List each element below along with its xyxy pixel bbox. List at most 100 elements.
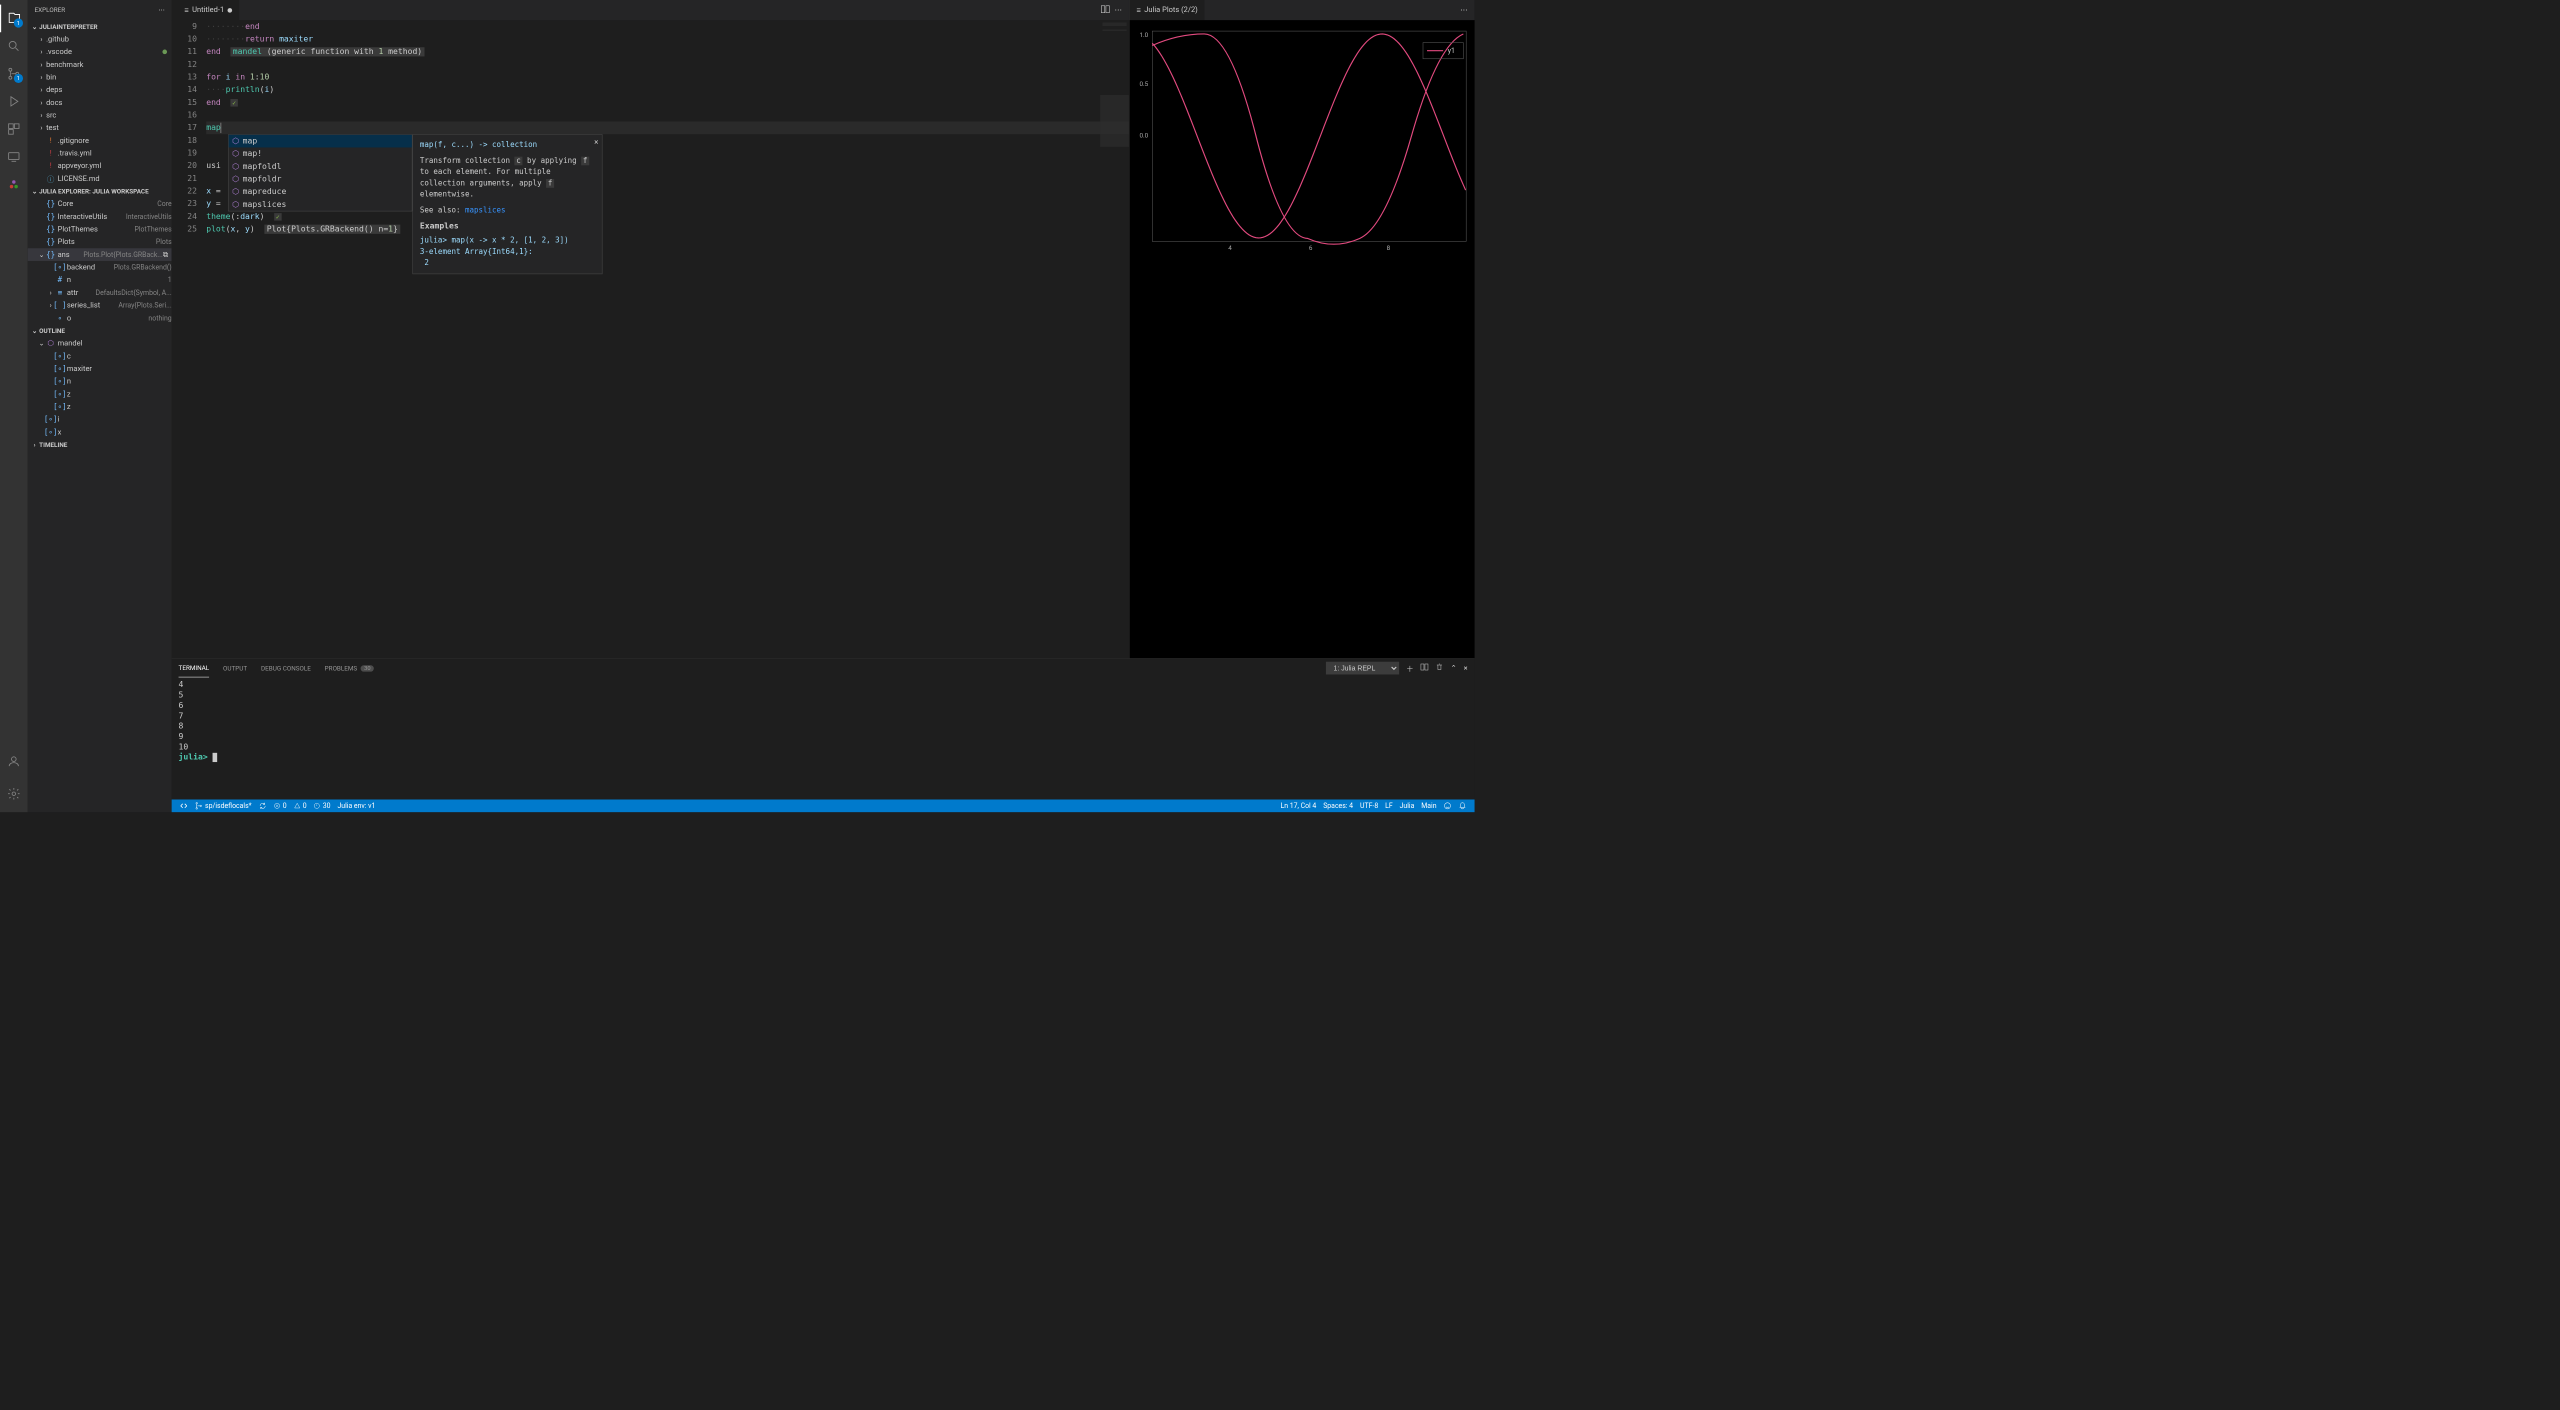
- ws-item-Plots[interactable]: {}PlotsPlots: [28, 236, 172, 249]
- sb-mode[interactable]: Main: [1418, 802, 1440, 810]
- explorer-icon[interactable]: 1: [0, 5, 28, 33]
- outline-item-maxiter[interactable]: [∘]maxiter: [28, 362, 172, 375]
- tree-item-src[interactable]: ›src: [28, 109, 172, 122]
- terminal-select[interactable]: 1: Julia REPL: [1326, 662, 1399, 675]
- dirty-indicator: [228, 8, 233, 13]
- trash-icon[interactable]: [1435, 663, 1443, 673]
- outline-item-mandel[interactable]: ⌄⬡mandel: [28, 337, 172, 350]
- more-icon[interactable]: ⋯: [1460, 6, 1467, 15]
- close-icon[interactable]: ×: [594, 137, 599, 148]
- sb-sync[interactable]: [255, 799, 270, 812]
- sb-feedback-icon[interactable]: [1440, 802, 1455, 810]
- sb-errors[interactable]: 0: [270, 799, 290, 812]
- tree-item-LICENSEmd[interactable]: ⓘLICENSE.md: [28, 172, 172, 185]
- tree-item-test[interactable]: ›test: [28, 122, 172, 135]
- ws-item-attr[interactable]: ›≡attrDefaultsDict{Symbol, A...: [28, 286, 172, 299]
- sidebar-header: EXPLORER ⋯: [28, 0, 172, 20]
- ac-item-map![interactable]: ⬡map!: [229, 147, 412, 160]
- svg-text:0.5: 0.5: [1139, 80, 1148, 88]
- open-icon[interactable]: ⧉: [163, 250, 168, 259]
- more-icon[interactable]: ⋯: [1115, 6, 1122, 15]
- search-icon[interactable]: [0, 32, 28, 60]
- tree-item-gitignore[interactable]: !.gitignore: [28, 134, 172, 147]
- explorer-title: EXPLORER: [35, 6, 66, 13]
- tab-output[interactable]: OUTPUT: [223, 659, 247, 677]
- outline-item-c[interactable]: [∘]c: [28, 350, 172, 363]
- ws-item-ans[interactable]: ⌄{}ansPlots.Plot{Plots.GRBack...⧉: [28, 248, 172, 261]
- split-icon[interactable]: [1101, 4, 1110, 16]
- svg-text:6: 6: [1309, 244, 1313, 252]
- sb-spaces[interactable]: Spaces: 4: [1320, 802, 1357, 810]
- tab-debug-console[interactable]: DEBUG CONSOLE: [261, 659, 311, 677]
- ws-item-backend[interactable]: [∘]backendPlots.GRBackend(): [28, 261, 172, 274]
- plot-tabs: ≡ Julia Plots (2/2) ⋯: [1130, 0, 1475, 20]
- tab-terminal[interactable]: TERMINAL: [179, 659, 210, 677]
- tree-item-appveyoryml[interactable]: !appveyor.yml: [28, 160, 172, 173]
- remote-indicator[interactable]: [176, 799, 191, 812]
- ws-item-n[interactable]: #n1: [28, 274, 172, 287]
- minimap[interactable]: [1100, 20, 1129, 658]
- julia-icon[interactable]: [0, 170, 28, 198]
- preview-icon: ≡: [1136, 5, 1140, 14]
- ws-item-o[interactable]: ∘onothing: [28, 312, 172, 325]
- autocomplete-popup: ⬡map⬡map!⬡mapfoldl⬡mapfoldr⬡mapreduce⬡ma…: [228, 134, 412, 211]
- ac-item-mapfoldl[interactable]: ⬡mapfoldl: [229, 160, 412, 173]
- outline-item-i[interactable]: [∘]i: [28, 413, 172, 426]
- tree-item-bin[interactable]: ›bin: [28, 71, 172, 84]
- ws-item-PlotThemes[interactable]: {}PlotThemesPlotThemes: [28, 223, 172, 236]
- split-terminal-icon[interactable]: [1420, 663, 1428, 673]
- sb-eol[interactable]: LF: [1382, 802, 1396, 810]
- outline-item-z[interactable]: [∘]z: [28, 400, 172, 413]
- close-panel-icon[interactable]: ×: [1464, 664, 1468, 673]
- ws-item-Core[interactable]: {}CoreCore: [28, 198, 172, 211]
- tab-problems[interactable]: PROBLEMS 30: [325, 659, 374, 677]
- ac-item-mapslices[interactable]: ⬡mapslices: [229, 198, 412, 211]
- sb-bell-icon[interactable]: [1455, 802, 1470, 810]
- remote-icon[interactable]: [0, 143, 28, 171]
- ws-item-InteractiveUtils[interactable]: {}InteractiveUtilsInteractiveUtils: [28, 210, 172, 223]
- tab-untitled[interactable]: ≡ Untitled-1: [177, 0, 239, 20]
- new-terminal-icon[interactable]: ＋: [1406, 663, 1413, 674]
- sb-encoding[interactable]: UTF-8: [1357, 802, 1382, 810]
- ac-item-mapfoldr[interactable]: ⬡mapfoldr: [229, 173, 412, 186]
- doc-link[interactable]: mapslices: [465, 206, 506, 215]
- doc-popup: × map(f, c...) -> collection Transform c…: [412, 134, 602, 274]
- section-outline[interactable]: ⌄OUTLINE: [28, 324, 172, 337]
- more-icon[interactable]: ⋯: [158, 6, 164, 13]
- tab-plots[interactable]: ≡ Julia Plots (2/2): [1130, 0, 1206, 20]
- section-workspace[interactable]: ⌄JULIA EXPLORER: JULIA WORKSPACE: [28, 185, 172, 198]
- ac-item-map[interactable]: ⬡map: [229, 135, 412, 148]
- svg-text:4: 4: [1228, 244, 1232, 252]
- ac-item-mapreduce[interactable]: ⬡mapreduce: [229, 185, 412, 198]
- sb-env[interactable]: Julia env: v1: [334, 799, 379, 812]
- sb-problems[interactable]: 30: [310, 799, 334, 812]
- tree-item-github[interactable]: ›.github: [28, 33, 172, 46]
- chevron-up-icon[interactable]: ⌃: [1450, 664, 1456, 673]
- sb-warnings[interactable]: 0: [290, 799, 310, 812]
- section-project[interactable]: ⌄JULIAINTERPRETER: [28, 20, 172, 33]
- plot-area: 1.0 0.5 0.0 4 6 8 y1: [1130, 20, 1475, 658]
- tree-item-docs[interactable]: ›docs: [28, 96, 172, 109]
- outline-item-z[interactable]: [∘]z: [28, 388, 172, 401]
- scm-icon[interactable]: 1: [0, 60, 28, 88]
- outline-item-n[interactable]: [∘]n: [28, 375, 172, 388]
- tree-item-benchmark[interactable]: ›benchmark: [28, 58, 172, 71]
- account-icon[interactable]: [0, 748, 28, 776]
- sb-branch[interactable]: sp/isdeflocals*: [191, 799, 255, 812]
- explorer-badge: 1: [14, 18, 23, 27]
- minimap-slider[interactable]: [1100, 95, 1129, 147]
- tree-item-vscode[interactable]: ›.vscode: [28, 46, 172, 59]
- sb-position[interactable]: Ln 17, Col 4: [1277, 802, 1320, 810]
- outline-item-x[interactable]: [∘]x: [28, 426, 172, 439]
- section-timeline[interactable]: ›TIMELINE: [28, 438, 172, 451]
- tree-item-deps[interactable]: ›deps: [28, 84, 172, 97]
- terminal-body[interactable]: 45678910julia>: [172, 677, 1475, 799]
- editor-tabs: ≡ Untitled-1 ⋯: [172, 0, 1129, 20]
- tree-item-travisyml[interactable]: !.travis.yml: [28, 147, 172, 160]
- debug-icon[interactable]: [0, 88, 28, 116]
- ws-item-series_list[interactable]: ›[ ]series_listArray{Plots.Seri...: [28, 299, 172, 312]
- extensions-icon[interactable]: [0, 115, 28, 143]
- editor-content[interactable]: ········end········return maxiterend man…: [206, 20, 1129, 658]
- gear-icon[interactable]: [0, 780, 28, 808]
- sb-language[interactable]: Julia: [1396, 802, 1418, 810]
